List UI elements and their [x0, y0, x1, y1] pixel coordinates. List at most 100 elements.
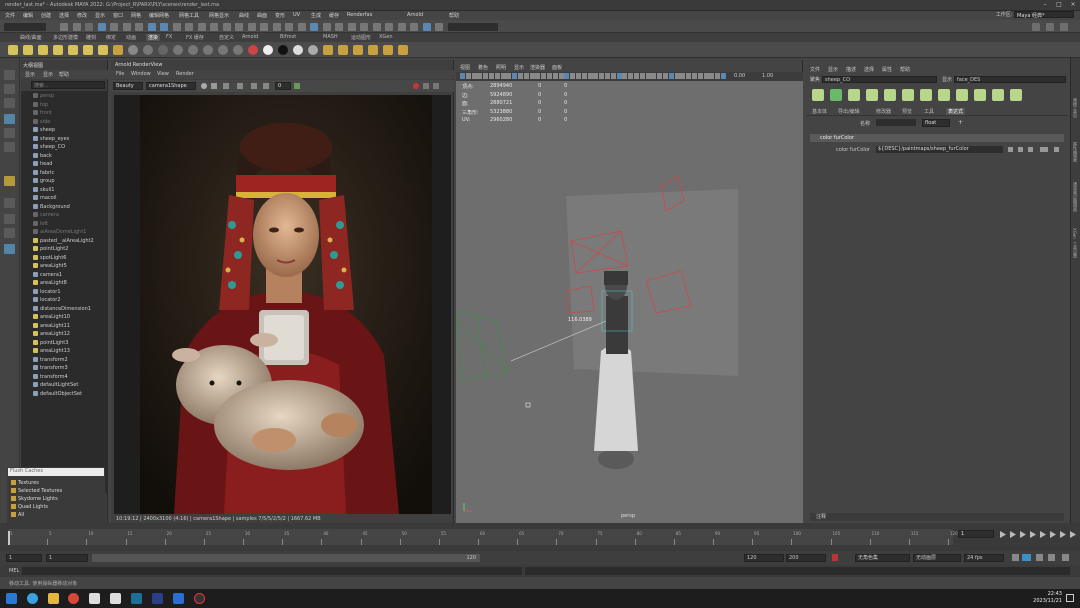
- workspace-dropdown[interactable]: Maya 经典*: [1014, 11, 1074, 19]
- outliner-item[interactable]: fabric: [33, 169, 54, 178]
- menu-item[interactable]: 生成: [311, 12, 321, 19]
- shelf-tool-icon[interactable]: [83, 45, 93, 55]
- outliner-menu-item[interactable]: 帮助: [59, 71, 69, 78]
- record-icon[interactable]: [413, 83, 419, 89]
- menu-item[interactable]: 选择: [59, 12, 69, 19]
- shelf-tab[interactable]: 动画: [126, 34, 136, 41]
- outliner-item[interactable]: back: [33, 152, 52, 161]
- map-icon[interactable]: [1040, 147, 1048, 152]
- viewport-tool-icon[interactable]: [674, 73, 680, 79]
- vp-menu-renderer[interactable]: 渲染器: [530, 64, 545, 71]
- shelf-tool-icon[interactable]: [278, 45, 288, 55]
- notes-section[interactable]: 注释: [810, 513, 1064, 521]
- outliner-item[interactable]: areaLight12: [33, 331, 70, 339]
- ae-tab[interactable]: 基本体: [812, 108, 827, 115]
- shelf-tool-icon[interactable]: [233, 45, 243, 55]
- shelf-tab[interactable]: 自定义: [219, 34, 234, 41]
- sidebar-tab[interactable]: XGen: [1072, 228, 1077, 239]
- maximize-button[interactable]: □: [1052, 1, 1066, 9]
- viewport-tool-icon[interactable]: [541, 73, 547, 79]
- shelf-tool-icon[interactable]: [338, 45, 348, 55]
- sidebar-tab[interactable]: 通道盒/层编辑器: [1072, 182, 1078, 211]
- status-line-icon[interactable]: [160, 23, 168, 31]
- shelf-tab[interactable]: Bifrost: [280, 34, 296, 40]
- crop-icon[interactable]: [251, 83, 257, 89]
- outliner-item[interactable]: Background: [33, 203, 70, 212]
- outliner-item[interactable]: distanceDimension1: [33, 305, 91, 314]
- outliner-item[interactable]: head: [33, 161, 52, 169]
- vp-menu-lighting[interactable]: 照明: [496, 64, 506, 71]
- shelf-tab[interactable]: 雕刻: [86, 34, 96, 41]
- outliner-item[interactable]: left: [33, 220, 48, 229]
- system-tray-clock[interactable]: 22:43 2023/11/21: [1033, 591, 1062, 605]
- shelf-tab[interactable]: FX: [166, 34, 172, 40]
- viewport-scene[interactable]: 116.0389 顶点: 2894940 0 0 边: 5924890 0 0 面: 288072…: [455, 81, 803, 523]
- outliner-item[interactable]: front: [33, 110, 52, 118]
- shelf-tool-icon[interactable]: [218, 45, 228, 55]
- paint-select-tool-icon[interactable]: [4, 98, 15, 108]
- shelf-tool-icon[interactable]: [98, 45, 108, 55]
- shelf-tab[interactable]: Arnold: [242, 34, 258, 40]
- fps-dropdown[interactable]: 24 fps: [964, 554, 1004, 562]
- sidebar-toggle-icon[interactable]: [1032, 23, 1040, 31]
- status-line-icon[interactable]: [110, 23, 118, 31]
- xgen-tool-icon[interactable]: [902, 89, 914, 101]
- viewport-tool-icon[interactable]: [547, 73, 552, 79]
- status-line-icon[interactable]: [147, 23, 156, 31]
- shelf-tool-icon[interactable]: [203, 45, 213, 55]
- lasso-tool-icon[interactable]: [4, 84, 15, 94]
- sidebar-toggle-icon[interactable]: [1046, 23, 1054, 31]
- flush-item-all[interactable]: All: [11, 512, 24, 518]
- outliner-item[interactable]: side: [33, 118, 50, 127]
- rv-menu-window[interactable]: Window: [131, 71, 151, 77]
- ae-menu-item[interactable]: 显示: [828, 66, 838, 73]
- viewport-tool-icon[interactable]: [709, 73, 715, 79]
- step-back-icon[interactable]: [1020, 531, 1026, 538]
- status-line-icon[interactable]: [360, 23, 368, 31]
- shelf-tool-icon[interactable]: [308, 45, 318, 55]
- delete-icon[interactable]: [1054, 147, 1059, 152]
- menu-item[interactable]: 网格显示: [209, 12, 229, 19]
- menu-item[interactable]: 窗口: [113, 12, 123, 19]
- outliner-item[interactable]: pointLight2: [33, 246, 68, 254]
- outliner-item[interactable]: sheep: [33, 127, 55, 135]
- status-line-icon[interactable]: [372, 23, 381, 31]
- menu-item[interactable]: 变形: [275, 12, 285, 19]
- outliner-item[interactable]: spotLight6: [33, 254, 66, 263]
- close-button[interactable]: ×: [1066, 1, 1080, 9]
- mel-label[interactable]: MEL: [9, 568, 19, 574]
- mel-input[interactable]: [22, 567, 522, 575]
- shelf-tool-icon[interactable]: [188, 45, 198, 55]
- chrome-icon[interactable]: [68, 593, 79, 604]
- xgen-tool-icon[interactable]: [938, 89, 950, 101]
- viewport-tool-icon[interactable]: [645, 73, 651, 79]
- outliner-item[interactable]: areaLight8: [33, 280, 67, 288]
- outliner-item[interactable]: areaLight5: [33, 263, 67, 271]
- viewport-tool-icon[interactable]: [523, 73, 529, 79]
- node-dropdown[interactable]: face_DES: [954, 76, 1066, 83]
- viewport-tool-icon[interactable]: [605, 73, 610, 79]
- rv-menu-view[interactable]: View: [157, 71, 169, 77]
- go-start-icon[interactable]: [1000, 531, 1006, 538]
- status-line-icon[interactable]: [335, 23, 343, 31]
- sidebar-tab[interactable]: 属性编辑器: [1072, 142, 1078, 162]
- viewport-tool-icon[interactable]: [494, 73, 500, 79]
- status-line-icon[interactable]: [60, 23, 68, 31]
- outliner-item[interactable]: areaLight13: [33, 348, 70, 356]
- ae-tab[interactable]: 预览: [902, 108, 912, 115]
- menu-item[interactable]: 帮助: [449, 12, 459, 19]
- menu-item[interactable]: 曲面: [257, 12, 267, 19]
- app-icon[interactable]: [89, 593, 100, 604]
- anim-layer-dropdown[interactable]: 无动画层: [913, 554, 961, 562]
- viewport-tool-icon[interactable]: [552, 73, 558, 79]
- shelf-tool-icon[interactable]: [158, 45, 168, 55]
- viewport-tool-icon[interactable]: [593, 73, 599, 79]
- menu-item[interactable]: Arnold: [407, 12, 423, 18]
- section-header[interactable]: color furColor: [810, 134, 1064, 142]
- outliner-item[interactable]: areaLight11: [33, 322, 70, 331]
- viewport-tool-icon[interactable]: [558, 73, 564, 79]
- ae-tab[interactable]: 修改器: [876, 108, 891, 115]
- viewport-tool-icon[interactable]: [581, 73, 587, 79]
- xgen-tool-icon[interactable]: [974, 89, 986, 101]
- status-line-icon[interactable]: [97, 23, 106, 31]
